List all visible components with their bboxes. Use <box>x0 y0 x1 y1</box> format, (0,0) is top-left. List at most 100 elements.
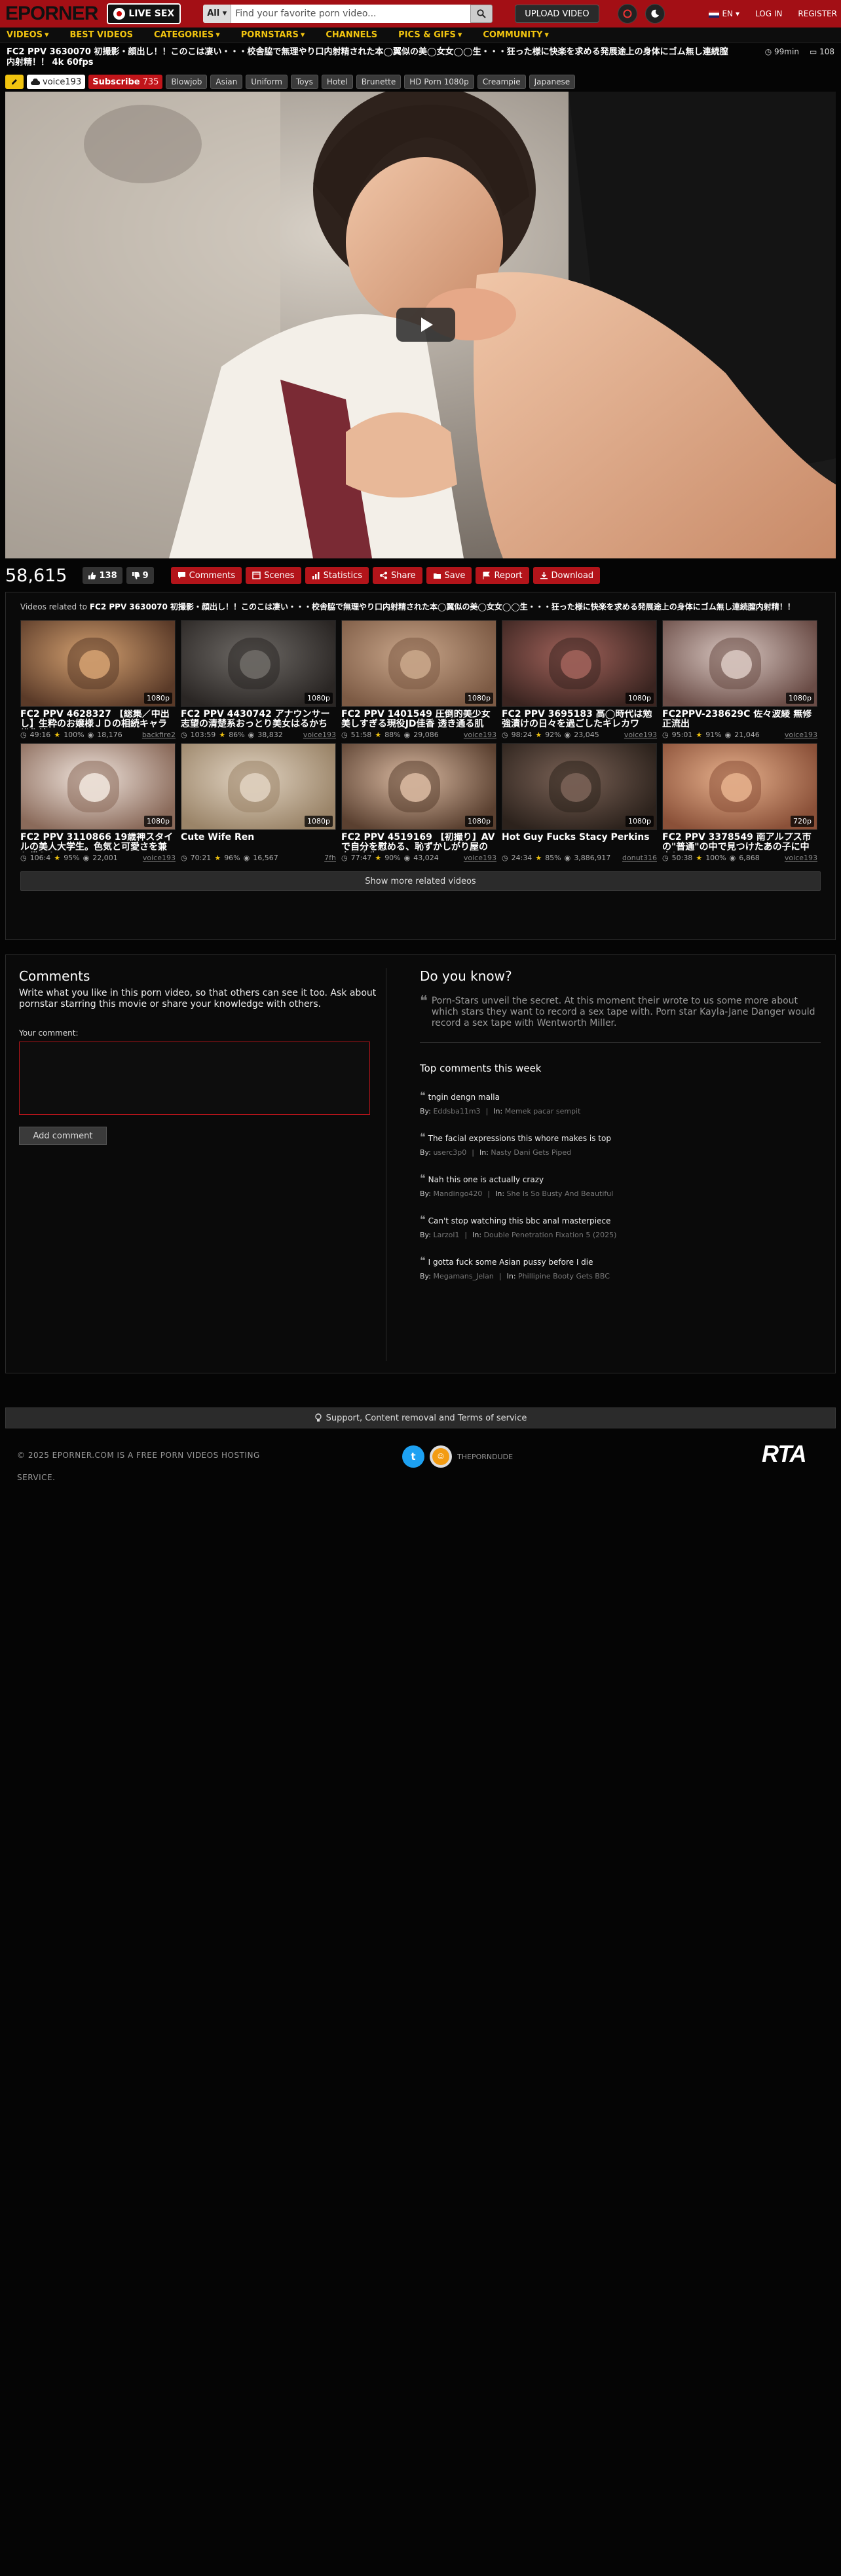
tag-brunette[interactable]: Brunette <box>356 75 402 89</box>
theporndude-label[interactable]: THEPORNDUDE <box>457 1453 513 1461</box>
nav-item-categories[interactable]: CATEGORIES ▾ <box>154 30 220 40</box>
nav-item-videos[interactable]: VIDEOS ▾ <box>7 30 49 40</box>
card-uploader[interactable]: voice193 <box>624 731 657 739</box>
report-button[interactable]: Report <box>476 567 529 584</box>
video-thumbnail[interactable]: 1080p <box>341 743 496 830</box>
comment-textarea[interactable] <box>19 1042 370 1115</box>
nav-item-channels[interactable]: CHANNELS <box>326 30 377 40</box>
add-comment-button[interactable]: Add comment <box>19 1127 107 1145</box>
search-input[interactable] <box>231 5 471 23</box>
nav-item-pornstars[interactable]: PORNSTARS ▾ <box>241 30 305 40</box>
twitter-icon[interactable]: t <box>402 1445 424 1468</box>
video-thumbnail[interactable]: 1080p <box>662 620 817 707</box>
card-uploader[interactable]: backfire2 <box>142 731 176 739</box>
video-card-title[interactable]: FC2 PPV 4628327 【総集／中出し】生粋のお嬢様ＪＤの相続キャラ総集… <box>20 710 176 729</box>
related-video-card[interactable]: 1080p FC2 PPV 1401549 圧倒的美少女 美しすぎる現役JD佳香 … <box>341 620 496 739</box>
share-button[interactable]: Share <box>373 567 422 584</box>
comment-video-link[interactable]: Nasty Dani Gets Piped <box>491 1148 571 1157</box>
comments-button[interactable]: Comments <box>170 567 242 584</box>
comment-count[interactable]: ▭ 108 <box>810 47 834 56</box>
video-thumbnail[interactable]: 1080p <box>502 743 657 830</box>
related-video-card[interactable]: 1080p FC2 PPV 4519169 【初撮り】AVで自分を慰める、恥ずかし… <box>341 743 496 862</box>
site-logo[interactable]: EPORNER <box>4 1 100 26</box>
tag-creampie[interactable]: Creampie <box>477 75 526 89</box>
top-comments-title: Top comments this week <box>420 1062 542 1074</box>
upload-video-button[interactable]: UPLOAD VIDEO <box>515 5 599 23</box>
show-more-button[interactable]: Show more related videos <box>20 871 821 891</box>
video-card-title[interactable]: FC2 PPV 3695183 高◯時代は勉強漬けの日々を過ごしたキレカワ <box>502 710 657 729</box>
related-video-card[interactable]: 1080p Hot Guy Fucks Stacy Perkins ◷ 24:34 ★ 8… <box>502 743 657 862</box>
comment-video-link[interactable]: Phillipine Booty Gets BBC <box>518 1272 610 1280</box>
tag-asian[interactable]: Asian <box>210 75 243 89</box>
card-uploader[interactable]: voice193 <box>303 731 336 739</box>
card-uploader[interactable]: voice193 <box>464 854 496 862</box>
subscribe-button[interactable]: Subscribe 735 <box>88 75 163 89</box>
search-category-select[interactable]: All ▾ <box>203 5 232 23</box>
related-video-card[interactable]: 1080p FC2PPV-238629C 佐々波綾 無修正流出 ◷ 95:01 ★ 91%… <box>662 620 817 739</box>
nav-item-best-videos[interactable]: BEST VIDEOS <box>70 30 134 40</box>
theporndude-icon[interactable]: ☺ <box>430 1445 452 1468</box>
comment-author[interactable]: Mandingo420 <box>433 1189 482 1198</box>
related-video-card[interactable]: 720p FC2 PPV 3378549 南アルプス市の"普通"の中で見つけたあの… <box>662 743 817 862</box>
video-card-title[interactable]: Cute Wife Ren <box>181 833 336 852</box>
video-card-title[interactable]: FC2 PPV 4430742 アナウンサー志望の清楚系おっとり美女はるかちゃん <box>181 710 336 729</box>
dislike-button[interactable]: 9 <box>126 567 154 584</box>
edit-tags-button[interactable] <box>5 75 24 89</box>
login-link[interactable]: LOG IN <box>755 9 782 18</box>
video-card-title[interactable]: FC2PPV-238629C 佐々波綾 無修正流出 <box>662 710 817 729</box>
video-thumbnail[interactable]: 720p <box>662 743 817 830</box>
tag-japanese[interactable]: Japanese <box>529 75 576 89</box>
card-uploader[interactable]: voice193 <box>785 854 817 862</box>
video-player[interactable] <box>5 92 836 558</box>
video-thumbnail[interactable]: 1080p <box>181 743 336 830</box>
download-button[interactable]: Download <box>533 567 601 584</box>
scenes-button[interactable]: Scenes <box>246 567 301 584</box>
related-video-card[interactable]: 1080p FC2 PPV 4628327 【総集／中出し】生粋のお嬢様ＪＤの相続… <box>20 620 176 739</box>
statistics-button[interactable]: Statistics <box>305 567 369 584</box>
related-video-card[interactable]: 1080p Cute Wife Ren ◷ 70:21 ★ 96% ◉ 16,567 7fh <box>181 743 336 862</box>
tag-blowjob[interactable]: Blowjob <box>166 75 208 89</box>
video-thumbnail[interactable]: 1080p <box>181 620 336 707</box>
tag-hotel[interactable]: Hotel <box>321 75 353 89</box>
video-card-title[interactable]: FC2 PPV 3110866 19歳神スタイルの美人大学生。色気と可愛さを兼ね… <box>20 833 176 852</box>
uploader-badge[interactable]: voice193 <box>27 75 86 89</box>
comment-video-link[interactable]: Memek pacar sempit <box>505 1107 581 1116</box>
card-uploader[interactable]: voice193 <box>464 731 496 739</box>
card-uploader[interactable]: voice193 <box>785 731 817 739</box>
tag-uniform[interactable]: Uniform <box>246 75 288 89</box>
search-button[interactable] <box>470 5 493 23</box>
video-card-title[interactable]: FC2 PPV 1401549 圧倒的美少女 美しすぎる現役JD佳香 透き通る肌 <box>341 710 496 729</box>
comment-author[interactable]: Megamans_Jelan <box>433 1272 493 1280</box>
like-button[interactable]: 138 <box>83 567 122 584</box>
comment-video-link[interactable]: Double Penetration Fixation 5 (2025) <box>484 1231 617 1239</box>
tag-toys[interactable]: Toys <box>290 75 318 89</box>
register-link[interactable]: REGISTER <box>798 9 837 18</box>
video-card-title[interactable]: FC2 PPV 3378549 南アルプス市の"普通"の中で見つけたあの子に中出… <box>662 833 817 852</box>
save-button[interactable]: Save <box>426 567 472 584</box>
dark-mode-toggle[interactable] <box>645 4 665 24</box>
video-card-title[interactable]: FC2 PPV 4519169 【初撮り】AVで自分を慰める、恥ずかしがり屋の女… <box>341 833 496 852</box>
comment-author[interactable]: Larzol1 <box>433 1231 459 1239</box>
video-thumbnail[interactable]: 1080p <box>341 620 496 707</box>
related-video-card[interactable]: 1080p FC2 PPV 4430742 アナウンサー志望の清楚系おっとり美女は… <box>181 620 336 739</box>
card-uploader[interactable]: 7fh <box>324 854 336 862</box>
comment-author[interactable]: userc3p0 <box>433 1148 466 1157</box>
nav-item-pics-gifs[interactable]: PICS & GIFS ▾ <box>398 30 462 40</box>
video-thumbnail[interactable]: 1080p <box>20 620 176 707</box>
card-uploader[interactable]: voice193 <box>143 854 176 862</box>
card-uploader[interactable]: donut316 <box>622 854 657 862</box>
nav-item-community[interactable]: COMMUNITY ▾ <box>483 30 549 40</box>
comment-author[interactable]: Eddsba11m3 <box>433 1107 480 1116</box>
video-card-title[interactable]: Hot Guy Fucks Stacy Perkins <box>502 833 657 852</box>
video-thumbnail[interactable]: 1080p <box>502 620 657 707</box>
live-sex-button[interactable]: LIVE SEX <box>107 3 181 24</box>
language-select[interactable]: EN ▾ <box>709 9 739 18</box>
video-thumbnail[interactable]: 1080p <box>20 743 176 830</box>
related-video-card[interactable]: 1080p FC2 PPV 3695183 高◯時代は勉強漬けの日々を過ごしたキレ… <box>502 620 657 739</box>
record-button[interactable] <box>617 4 637 24</box>
support-link[interactable]: Support, Content removal and Terms of se… <box>5 1407 836 1428</box>
comment-video-link[interactable]: She Is So Busty And Beautiful <box>507 1189 614 1198</box>
play-button[interactable] <box>396 308 455 342</box>
tag-hd-porn-1080p[interactable]: HD Porn 1080p <box>404 75 474 89</box>
related-video-card[interactable]: 1080p FC2 PPV 3110866 19歳神スタイルの美人大学生。色気と可… <box>20 743 176 862</box>
